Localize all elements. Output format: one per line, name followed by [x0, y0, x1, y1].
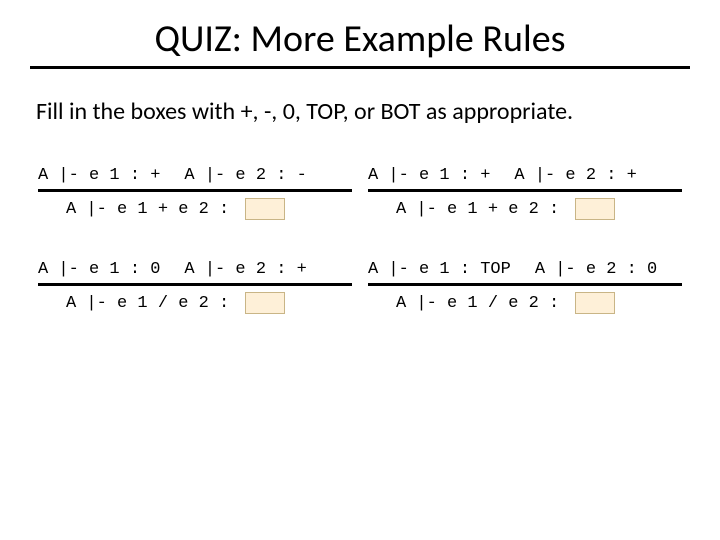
premises: A |- e 1 : 0 A |- e 2 : +	[38, 260, 352, 279]
answer-box[interactable]	[245, 292, 285, 314]
instructions-text: Fill in the boxes with +, -, 0, TOP, or …	[36, 97, 690, 126]
premise-1: A |- e 1 : +	[368, 166, 490, 185]
premise-2: A |- e 2 : 0	[535, 260, 657, 279]
slide: QUIZ: More Example Rules Fill in the box…	[0, 0, 720, 540]
premise-1: A |- e 1 : TOP	[368, 260, 511, 279]
rule-cell: A |- e 1 : 0 A |- e 2 : + A |- e 1 / e 2…	[30, 260, 360, 354]
premises: A |- e 1 : + A |- e 2 : -	[38, 166, 352, 185]
inference-line	[368, 189, 682, 192]
answer-box[interactable]	[575, 292, 615, 314]
slide-title: QUIZ: More Example Rules	[30, 16, 690, 62]
premises: A |- e 1 : + A |- e 2 : +	[368, 166, 682, 185]
premises: A |- e 1 : TOP A |- e 2 : 0	[368, 260, 682, 279]
rule-cell: A |- e 1 : TOP A |- e 2 : 0 A |- e 1 / e…	[360, 260, 690, 354]
conclusion: A |- e 1 / e 2 :	[368, 292, 682, 314]
rule-cell: A |- e 1 : + A |- e 2 : - A |- e 1 + e 2…	[30, 166, 360, 260]
premise-2: A |- e 2 : -	[184, 166, 306, 185]
conclusion: A |- e 1 + e 2 :	[368, 198, 682, 220]
premise-2: A |- e 2 : +	[184, 260, 306, 279]
answer-box[interactable]	[245, 198, 285, 220]
inference-line	[368, 283, 682, 286]
conclusion-text: A |- e 1 + e 2 :	[66, 200, 239, 219]
conclusion: A |- e 1 + e 2 :	[38, 198, 352, 220]
answer-box[interactable]	[575, 198, 615, 220]
conclusion-text: A |- e 1 / e 2 :	[396, 294, 569, 313]
premise-1: A |- e 1 : +	[38, 166, 160, 185]
conclusion-text: A |- e 1 / e 2 :	[66, 294, 239, 313]
conclusion-text: A |- e 1 + e 2 :	[396, 200, 569, 219]
rules-grid: A |- e 1 : + A |- e 2 : - A |- e 1 + e 2…	[30, 166, 690, 354]
inference-line	[38, 189, 352, 192]
premise-2: A |- e 2 : +	[514, 166, 636, 185]
conclusion: A |- e 1 / e 2 :	[38, 292, 352, 314]
premise-1: A |- e 1 : 0	[38, 260, 160, 279]
title-underline	[30, 66, 690, 69]
rule-cell: A |- e 1 : + A |- e 2 : + A |- e 1 + e 2…	[360, 166, 690, 260]
inference-line	[38, 283, 352, 286]
